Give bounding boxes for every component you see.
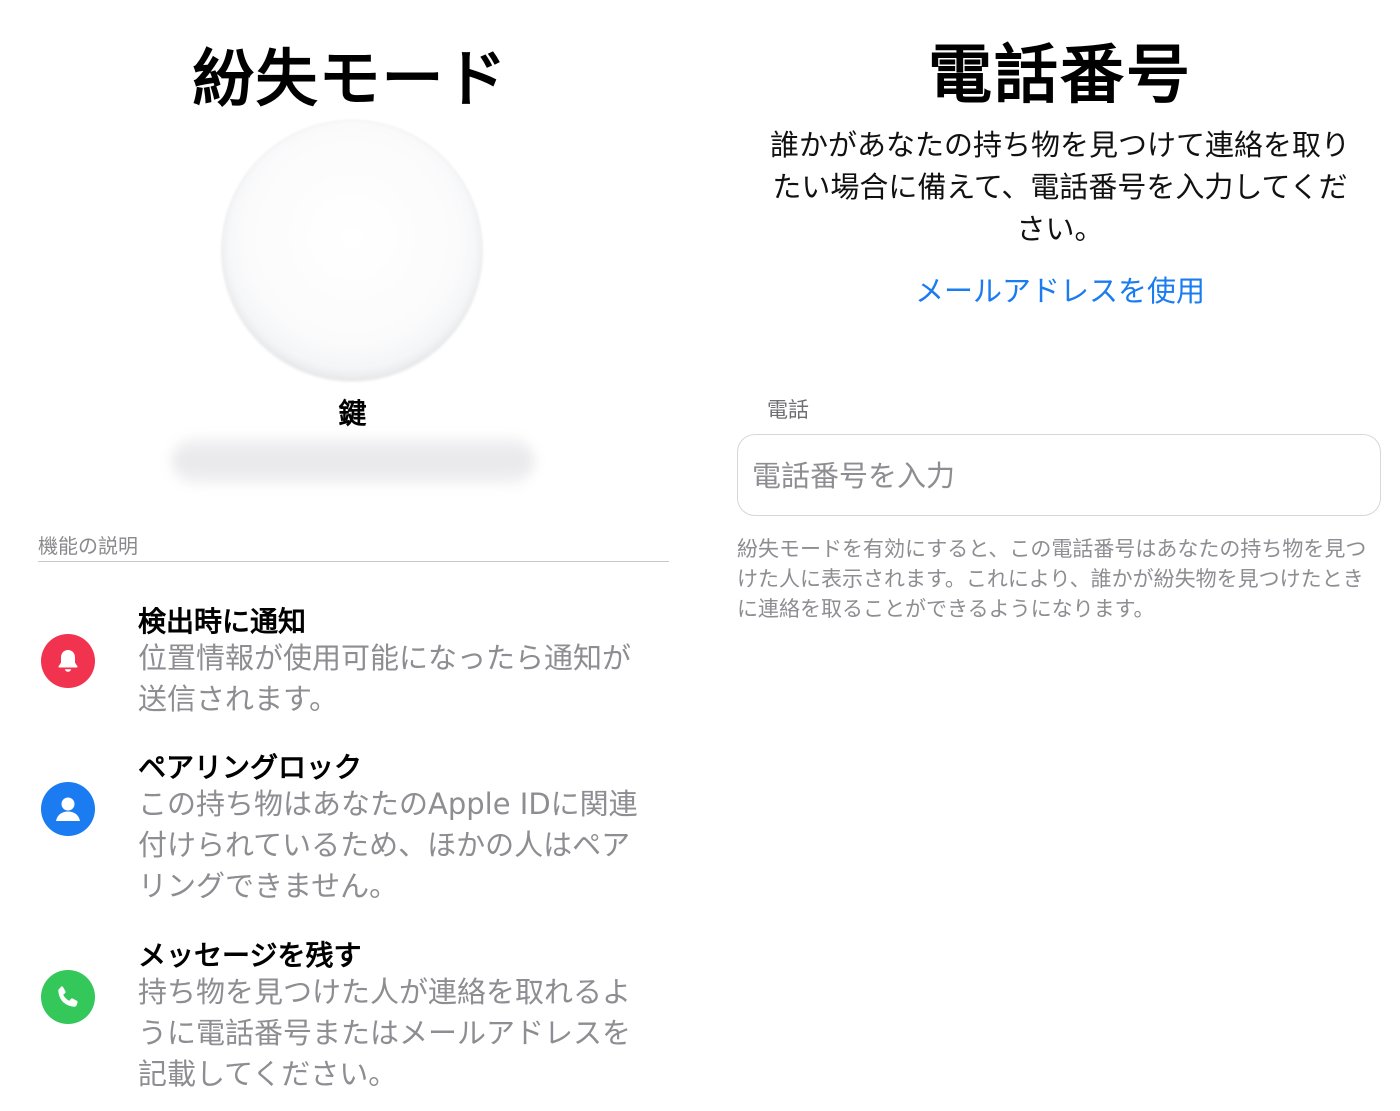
feature-description: 位置情報が使用可能になったら通知が送信されます。 [138, 641, 632, 716]
page-title: 電話番号 [928, 39, 1192, 113]
feature-title: メッセージを残す [138, 939, 362, 972]
phone-field-label: 電話 [767, 398, 809, 422]
section-label: 機能の説明 [38, 534, 138, 558]
item-name: 鍵 [338, 397, 367, 430]
screen: 紛失モード 鍵 機能の説明 検出時に通知 位置情報が使用可能になったら通知が送信… [0, 0, 1400, 1111]
page-title: 紛失モード [192, 42, 508, 115]
airtag-image [222, 120, 482, 380]
feature-title: 検出時に通知 [138, 605, 307, 638]
redacted-location-bar [172, 438, 534, 484]
lost-mode-note: 紛失モードを有効にすると、この電話番号はあなたの持ち物を見つけた人に表示されます… [737, 537, 1367, 621]
feature-title: ペアリングロック [138, 751, 363, 784]
divider [38, 561, 669, 562]
use-email-link[interactable]: メールアドレスを使用 [700, 268, 1400, 310]
phone-number-panel: 電話番号 誰かがあなたの持ち物を見つけて連絡を取りたい場合に備えて、電話番号を入… [700, 0, 1400, 1111]
person-icon [41, 782, 95, 836]
phone-field-container[interactable] [737, 434, 1381, 516]
instruction-text: 誰かがあなたの持ち物を見つけて連絡を取りたい場合に備えて、電話番号を入力してくだ… [769, 128, 1350, 246]
bell-icon [41, 634, 95, 688]
feature-description: この持ち物はあなたのApple IDに関連付けられているため、ほかの人はペアリン… [138, 787, 638, 903]
phone-number-input[interactable] [750, 453, 1354, 499]
lost-mode-panel: 紛失モード 鍵 機能の説明 検出時に通知 位置情報が使用可能になったら通知が送信… [0, 0, 700, 1111]
feature-description: 持ち物を見つけた人が連絡を取れるように電話番号またはメールアドレスを記載してくだ… [138, 975, 632, 1091]
phone-icon [41, 970, 95, 1024]
